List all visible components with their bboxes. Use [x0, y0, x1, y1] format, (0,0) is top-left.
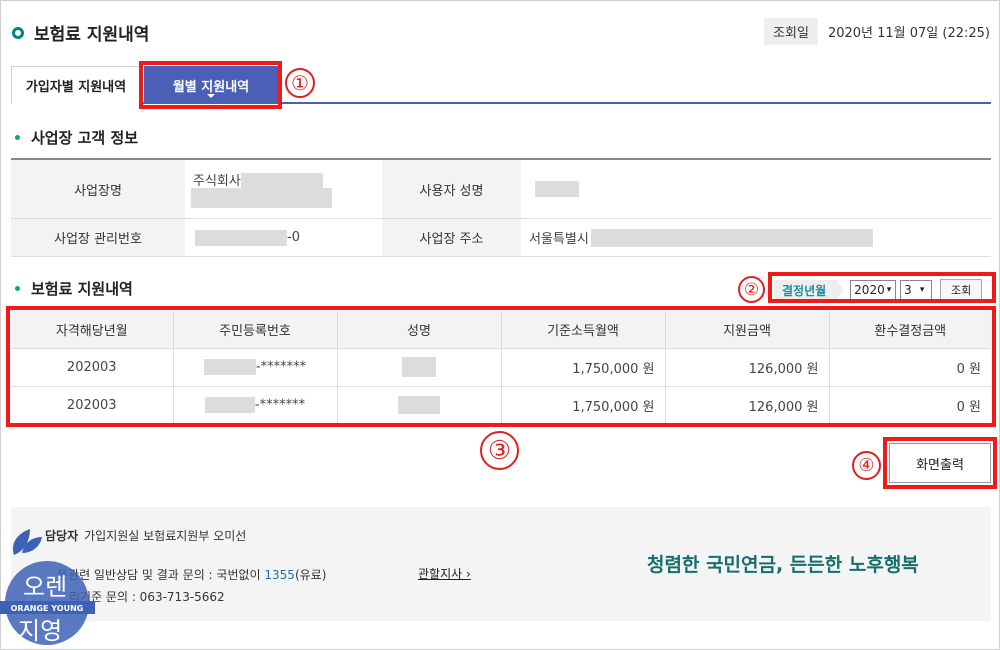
branch-office-link[interactable]: 관할지사 › [418, 565, 471, 582]
business-name-label: 사업장명 [11, 160, 185, 218]
support-section-title-text: 보험료 지원내역 [31, 280, 133, 298]
footer-consult-suffix: (유료) [294, 568, 327, 582]
callout-4: ④ [852, 451, 881, 480]
info-row: 사업장명 주식회사 사용자 성명 [11, 160, 991, 219]
footer-consult-number: 1355 [264, 568, 295, 582]
bullet-icon [15, 286, 20, 291]
watermark-text-bottom: 지영 [18, 617, 62, 645]
page-title: 보험료 지원내역 [12, 20, 149, 45]
lookup-date-value: 2020년 11월 07일 (22:25) [827, 26, 990, 41]
highlight-box-tab [139, 61, 282, 109]
business-number-value: -0 [185, 219, 382, 256]
user-name-label: 사용자 성명 [382, 160, 521, 218]
tab-by-subscriber[interactable]: 가입자별 지원내역 [11, 66, 141, 104]
redacted-mask [191, 188, 332, 208]
lookup-date: 조회일 2020년 11월 07일 (22:25) [764, 18, 990, 45]
redacted-mask [535, 181, 579, 197]
redacted-mask [590, 228, 873, 247]
business-address-value: 서울특별시 [521, 219, 991, 256]
slogan-text: 청렴한 국민연금, 든든한 노후행복 [647, 554, 919, 576]
business-number-suffix: -0 [287, 230, 300, 245]
title-circle-icon [12, 26, 24, 39]
footer-contact-value: 가입지원실 보험료지원부 오미선 [84, 529, 247, 543]
lookup-date-label: 조회일 [764, 18, 818, 45]
business-address-prefix: 서울특별시 [529, 232, 589, 247]
orange-young-watermark-logo: 오렌 ORANGE YOUNG 지영 [0, 529, 95, 645]
callout-2: ② [738, 276, 765, 303]
user-name-value [521, 160, 991, 218]
footer-consult-line: 문관련 일반상담 및 결과 문의 : 국번없이 1355(유료) [57, 566, 326, 583]
bullet-icon [15, 135, 20, 140]
highlight-box-filter [768, 272, 996, 303]
footer-info-box: 담당자 가입지원실 보험료지원부 오미선 문관련 일반상담 및 결과 문의 : 국… [11, 507, 991, 621]
customer-info-table: 사업장명 주식회사 사용자 성명 사업장 관리번호 -0 사업장 주소 서울특별… [11, 158, 991, 257]
support-section-title: 보험료 지원내역 [15, 278, 133, 299]
watermark-text-band: ORANGE YOUNG [11, 604, 84, 613]
tab-by-subscriber-label: 가입자별 지원내역 [25, 80, 127, 95]
highlight-box-table [6, 306, 996, 427]
page-title-text: 보험료 지원내역 [34, 25, 150, 45]
business-name-prefix: 주식회사 [193, 174, 241, 189]
watermark-text-top: 오렌 [23, 573, 67, 601]
business-address-label: 사업장 주소 [382, 219, 521, 256]
customer-section-title: 사업장 고객 정보 [15, 127, 138, 148]
callout-3: ③ [480, 431, 519, 470]
info-row: 사업장 관리번호 -0 사업장 주소 서울특별시 [11, 219, 991, 257]
business-name-value: 주식회사 [185, 160, 382, 218]
highlight-box-print [883, 437, 997, 489]
callout-1: ① [285, 68, 315, 98]
redacted-mask [195, 229, 287, 246]
customer-section-title-text: 사업장 고객 정보 [31, 129, 139, 147]
business-number-label: 사업장 관리번호 [11, 219, 185, 256]
